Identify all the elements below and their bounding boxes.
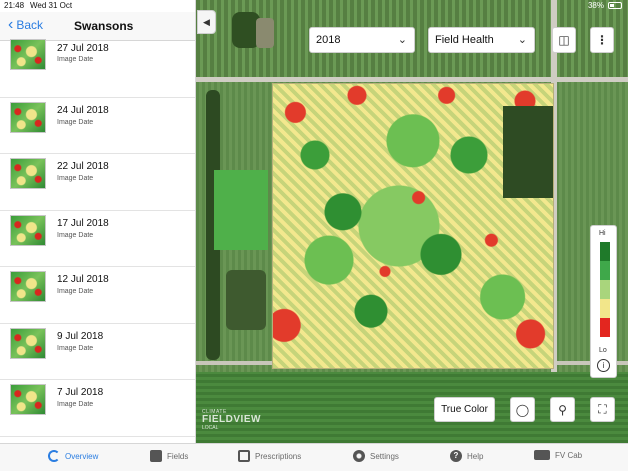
back-label: Back xyxy=(16,18,44,32)
tab-label: Overview xyxy=(65,451,99,461)
image-date: 24 Jul 2018 xyxy=(57,104,109,116)
back-button[interactable]: ‹ Back xyxy=(8,16,44,33)
status-time: 21:48 xyxy=(4,1,25,10)
logo-bottom: LOCAL xyxy=(202,425,219,431)
layer-select[interactable]: Field Health ⌄ xyxy=(428,27,535,53)
road-horizontal xyxy=(196,77,628,82)
true-color-button[interactable]: True Color xyxy=(434,397,495,422)
image-date-caption: Image Date xyxy=(57,231,94,239)
fieldview-logo: CLIMATE FIELDVIEW LOCAL xyxy=(202,409,261,431)
list-item[interactable]: 27 Jul 2018 Image Date xyxy=(0,39,195,98)
tab-overview[interactable]: Overview xyxy=(48,450,98,462)
image-date-caption: Image Date xyxy=(57,344,94,352)
overview-icon xyxy=(48,450,60,462)
split-view-icon: ◫ xyxy=(558,33,570,47)
legend-swatch xyxy=(600,318,610,337)
field-thumbnail xyxy=(10,101,46,133)
image-date-caption: Image Date xyxy=(57,288,94,295)
help-icon: ? xyxy=(450,450,462,462)
fit-bounds-button[interactable]: ⛶ xyxy=(590,397,615,422)
battery-icon xyxy=(608,2,622,9)
image-date-caption: Image Date xyxy=(57,118,94,126)
field-thumbnail xyxy=(10,327,46,359)
year-select-value: 2018 xyxy=(316,34,341,46)
status-bar: 21:48 Wed 31 Oct 38% xyxy=(0,0,628,12)
legend-swatch xyxy=(600,261,610,280)
health-legend: Hi Lo i xyxy=(590,225,617,378)
tab-label: Fields xyxy=(167,451,189,461)
battery-percent: 38% xyxy=(587,1,604,10)
year-select[interactable]: 2018 ⌄ xyxy=(309,27,415,53)
chevron-down-icon: ⌄ xyxy=(517,34,527,46)
status-date: Wed 31 Oct xyxy=(30,1,73,10)
crop-field-west xyxy=(214,170,268,250)
field-thumbnail xyxy=(10,158,46,189)
field-thumbnail xyxy=(10,384,46,415)
legend-lo-label: Lo xyxy=(599,347,607,354)
list-item[interactable]: 24 Jul 2018 Image Date xyxy=(0,98,195,154)
legend-swatch xyxy=(600,242,610,261)
image-date-list: 27 Jul 2018 Image Date 24 Jul 2018 Image… xyxy=(0,39,195,437)
farmyard xyxy=(256,18,274,48)
tab-label: FV Cab xyxy=(555,450,583,460)
list-item[interactable]: 12 Jul 2018 Image Date xyxy=(0,267,195,324)
image-date-caption: Image Date xyxy=(57,175,94,182)
tab-label: Settings xyxy=(370,451,399,461)
fv-cab-icon xyxy=(534,450,550,460)
image-date-caption: Image Date xyxy=(57,401,94,408)
fit-bounds-icon: ⛶ xyxy=(598,402,607,416)
triangle-left-icon: ◀ xyxy=(203,16,210,27)
list-item[interactable]: 9 Jul 2018 Image Date xyxy=(0,324,195,380)
image-date: 27 Jul 2018 xyxy=(57,43,109,54)
pin-icon: ⚲ xyxy=(558,402,567,417)
list-item[interactable]: 22 Jul 2018 Image Date xyxy=(0,154,195,211)
image-list-panel: ‹ Back Swansons 27 Jul 2018 Image Date 2… xyxy=(0,0,196,443)
layer-select-value: Field Health xyxy=(435,34,494,46)
lasso-icon: ◯ xyxy=(515,402,530,417)
field-thumbnail xyxy=(10,214,46,246)
farmstead xyxy=(226,270,266,330)
info-icon[interactable]: i xyxy=(597,359,610,372)
tab-fv-cab[interactable]: FV Cab xyxy=(534,450,582,460)
tree-grove xyxy=(503,106,553,198)
legend-swatch xyxy=(600,280,610,299)
image-date: 9 Jul 2018 xyxy=(57,330,104,342)
more-vertical-icon: ⋮ xyxy=(596,33,608,47)
tab-help[interactable]: ? Help xyxy=(450,450,483,462)
image-date: 22 Jul 2018 xyxy=(57,161,109,172)
nav-title: Swansons xyxy=(74,19,134,33)
legend-swatch xyxy=(600,299,610,318)
pin-button[interactable]: ⚲ xyxy=(550,397,575,422)
field-thumbnail xyxy=(10,271,46,302)
image-date: 12 Jul 2018 xyxy=(57,274,109,285)
image-date-caption: Image Date xyxy=(57,56,94,63)
tab-fields[interactable]: Fields xyxy=(150,450,188,462)
more-options-button[interactable]: ⋮ xyxy=(590,27,614,53)
settings-icon xyxy=(353,450,365,462)
image-date: 17 Jul 2018 xyxy=(57,217,109,229)
fields-icon xyxy=(150,450,162,462)
legend-hi-label: Hi xyxy=(599,230,606,237)
list-item[interactable]: 7 Jul 2018 Image Date xyxy=(0,380,195,437)
image-date: 7 Jul 2018 xyxy=(57,387,104,398)
tab-settings[interactable]: Settings xyxy=(353,450,399,462)
tab-label: Help xyxy=(467,451,484,461)
logo-main: FIELDVIEW xyxy=(202,414,261,425)
chevron-down-icon: ⌄ xyxy=(397,34,407,46)
chevron-left-icon: ‹ xyxy=(8,16,14,33)
split-view-button[interactable]: ◫ xyxy=(552,27,576,53)
tab-label: Prescriptions xyxy=(255,451,302,461)
prescriptions-icon xyxy=(238,450,250,462)
tab-bar: Overview Fields Prescriptions Settings ?… xyxy=(0,443,628,471)
status-right: 38% xyxy=(588,1,622,10)
nav-bar: ‹ Back Swansons xyxy=(0,12,195,41)
list-item[interactable]: 17 Jul 2018 Image Date xyxy=(0,211,195,267)
field-health-overlay[interactable] xyxy=(272,83,554,369)
field-thumbnail xyxy=(10,39,46,70)
collapse-panel-button[interactable]: ◀ xyxy=(197,10,216,34)
tab-prescriptions[interactable]: Prescriptions xyxy=(238,450,301,462)
lasso-button[interactable]: ◯ xyxy=(510,397,535,422)
